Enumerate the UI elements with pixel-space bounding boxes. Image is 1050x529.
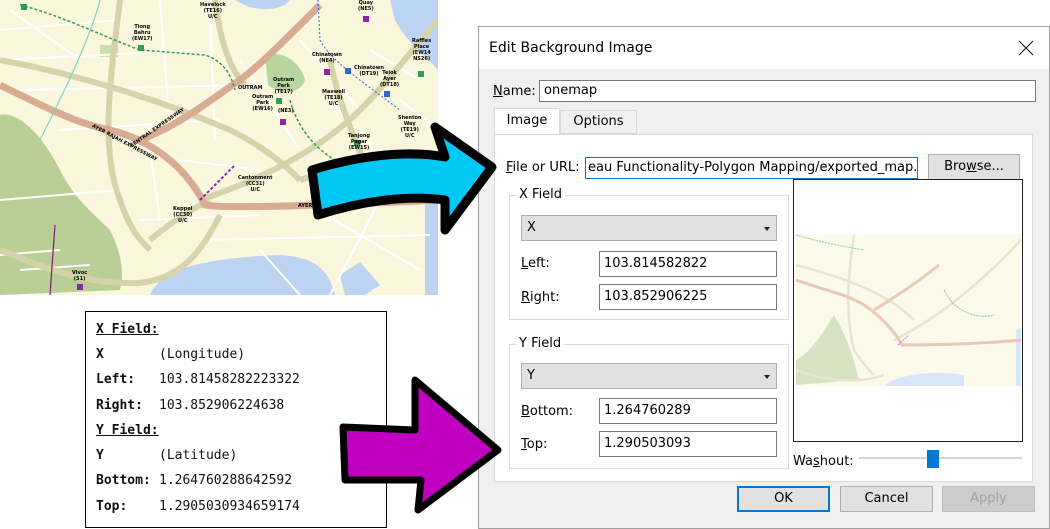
water-area (235, 0, 290, 10)
map-label-keppel: Keppel (CC30) U/C (173, 206, 193, 224)
right-input[interactable]: 103.852906225 (599, 284, 777, 310)
x-field-select[interactable]: X (521, 215, 777, 241)
map-label-vivoc: Vivoc (S1) (72, 270, 88, 282)
name-input[interactable]: onemap (539, 80, 1036, 102)
y-field-group: Y Field Y Bottom: 1.264760289 Top: 1.290… (509, 336, 789, 469)
left-label: Left: (521, 256, 550, 271)
dialog-title: Edit Background Image (489, 40, 653, 56)
washout-slider-track[interactable] (859, 457, 1022, 459)
washout-slider-thumb[interactable] (926, 450, 939, 468)
map-label-chinatown-ne4: Chinatown (NE4) (312, 52, 342, 64)
cancel-button[interactable]: Cancel (840, 486, 933, 512)
ok-button[interactable]: OK (737, 486, 830, 512)
washout-label: Washout: (793, 454, 854, 469)
close-icon[interactable] (1015, 37, 1037, 59)
bottom-label: Bottom: (521, 404, 574, 419)
apply-button[interactable]: Apply (942, 486, 1035, 512)
top-input[interactable]: 1.290503093 (599, 431, 777, 457)
map-label-tiong-bahru: Tiong Bahru (EW17) (132, 24, 153, 42)
chevron-down-icon (764, 227, 770, 231)
x-field-group: X Field X Left: 103.814582822 Right: 103… (509, 187, 789, 320)
map-label-outram: OUTRAM (238, 85, 263, 91)
notes-y-header: Y Field: (96, 423, 159, 438)
map-label-quay: Quay (NE5) (358, 0, 374, 12)
notes-left-row: Left: 103.81458282223322 (96, 372, 300, 387)
top-label: Top: (521, 437, 548, 452)
map-label-ne3: (NE3) (278, 108, 294, 114)
map-label-raffles-place: Raffles Place (EW14 NS26) (412, 38, 432, 62)
water-area (340, 262, 380, 295)
notes-right-row: Right: 103.852906224638 (96, 398, 285, 413)
left-input[interactable]: 103.814582822 (599, 251, 777, 277)
map-label-havelock: Havelock (TE16) U/C (200, 2, 226, 20)
file-or-url-label: File or URL: (506, 160, 580, 175)
edit-background-image-dialog: Edit Background Image Name: onemap Image… (478, 26, 1050, 529)
preview-map-thumbnail (795, 234, 1022, 386)
dialog-titlebar: Edit Background Image (479, 27, 1049, 69)
cyan-curved-arrow-icon (307, 122, 497, 235)
browse-button[interactable]: Browse... (928, 154, 1020, 180)
tab-image[interactable]: Image (494, 108, 560, 134)
name-label: Name: (493, 84, 536, 99)
notes-x-row: X (Longitude) (96, 347, 246, 362)
file-or-url-input[interactable]: eau Functionality-Polygon Mapping/export… (585, 157, 918, 179)
notes-top-row: Top: 1.2905030934659174 (96, 499, 300, 514)
chevron-down-icon (764, 375, 770, 379)
tab-options[interactable]: Options (560, 110, 637, 134)
map-label-cantonment: Cantonment (CC31) U/C (238, 175, 273, 193)
y-field-select[interactable]: Y (521, 363, 777, 389)
map-label-telok-ayer: Telok Ayer (DT18) (380, 70, 400, 88)
notes-y-row: Y (Latitude) (96, 448, 238, 463)
image-preview (793, 179, 1023, 442)
notes-bottom-row: Bottom: 1.264760288642592 (96, 473, 293, 488)
x-field-legend: X Field (516, 187, 566, 202)
water-area (150, 255, 335, 295)
magenta-arrow-icon (339, 376, 502, 514)
map-label-outram-ew16: Outram Park (EW16) (252, 94, 274, 112)
bottom-input[interactable]: 1.264760289 (599, 398, 777, 424)
y-field-legend: Y Field (516, 336, 565, 351)
right-label: Right: (521, 290, 560, 305)
map-label-outram-te17: Outram Park (TE17) (273, 77, 295, 95)
notes-x-header: X Field: (96, 322, 159, 337)
